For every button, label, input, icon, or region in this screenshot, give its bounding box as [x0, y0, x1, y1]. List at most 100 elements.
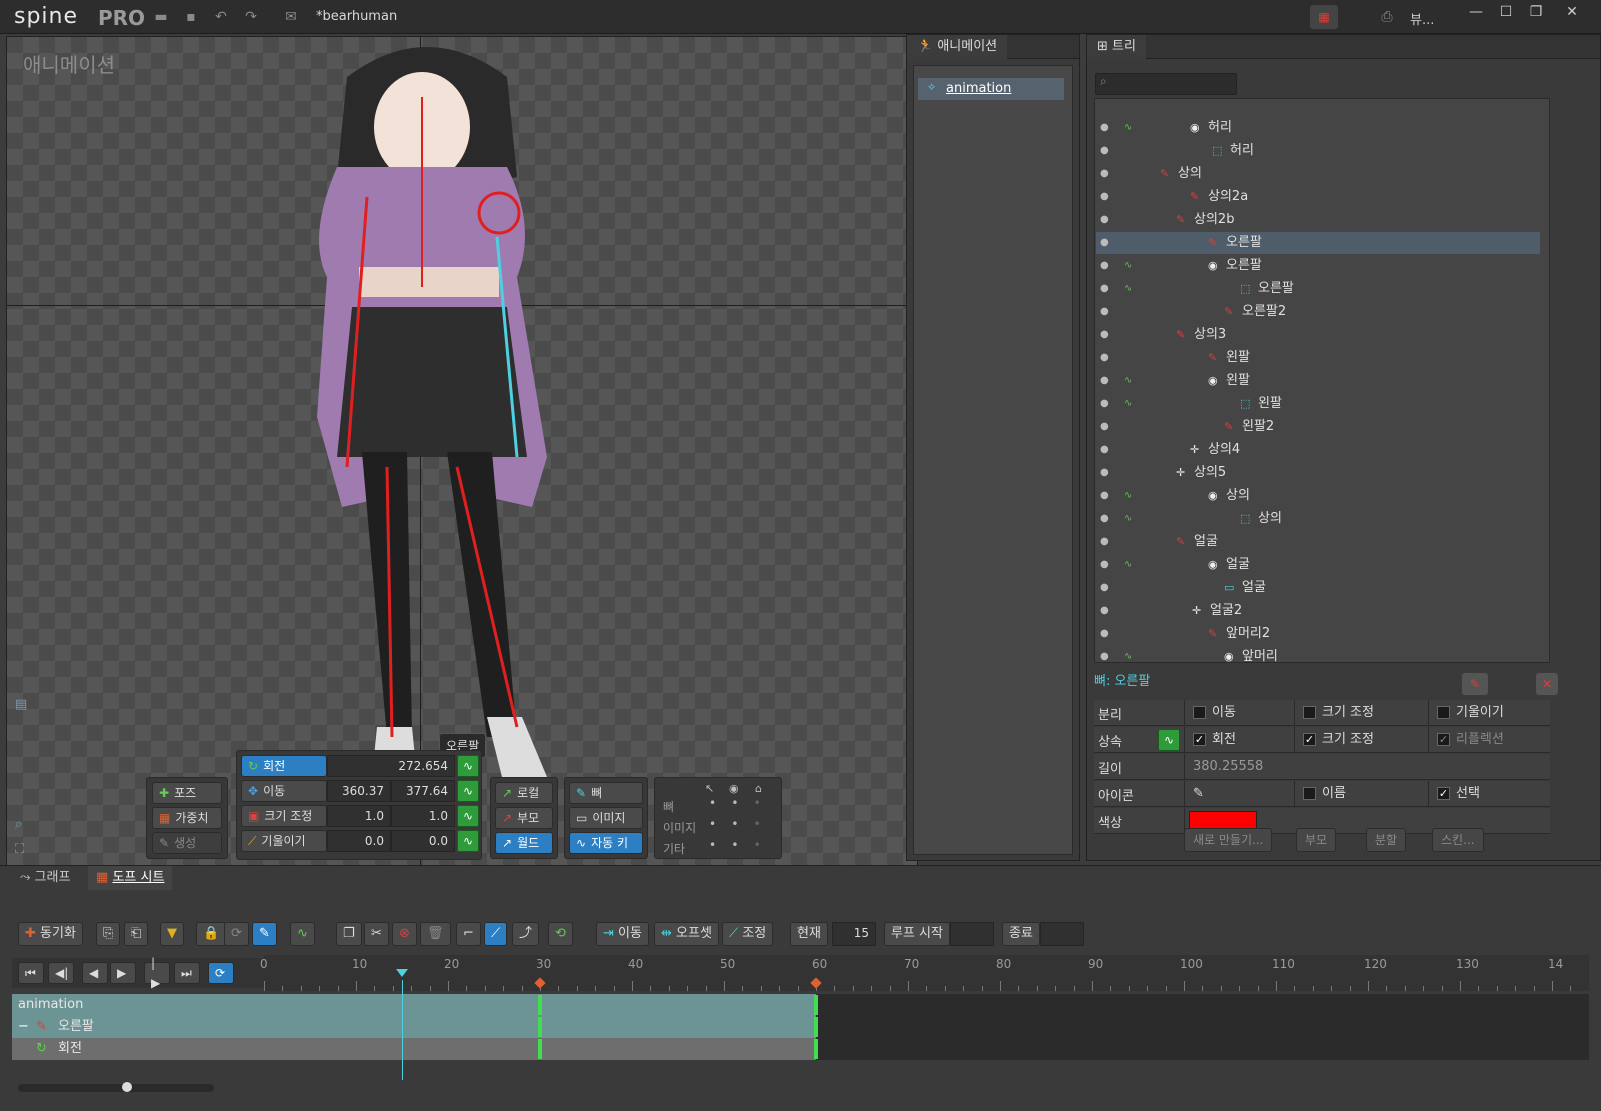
track-empty-range[interactable] — [816, 994, 1589, 1016]
tree-row[interactable]: ● ∿ ◉ 얼굴 — [1096, 554, 1540, 576]
translate-x[interactable]: 360.37 — [327, 780, 391, 802]
inherit-scale[interactable]: ✓ 크기 조정 — [1294, 727, 1428, 753]
visibility-dot-icon[interactable]: ● — [1100, 462, 1109, 484]
fit-icon[interactable]: ⛶ — [15, 842, 24, 857]
weights-button[interactable]: ▦ 가중치 — [152, 807, 222, 829]
split-button[interactable]: 분할 — [1366, 828, 1407, 852]
visibility-dot-icon[interactable]: ● — [1100, 278, 1109, 300]
curve-icon[interactable]: ∿ — [290, 922, 315, 946]
shear-tool[interactable]: ⟋ 기울이기 — [241, 830, 327, 852]
character-illustration[interactable] — [277, 37, 577, 817]
visibility-dot-icon[interactable]: ● — [1100, 140, 1109, 162]
visibility-dot-icon[interactable]: ● — [1100, 646, 1109, 668]
stepped-icon[interactable]: ⌐ — [456, 922, 481, 946]
playhead-marker[interactable] — [396, 969, 408, 977]
layout-icon[interactable]: ▦ — [1310, 5, 1338, 29]
redo-icon[interactable]: ↷ — [242, 8, 260, 26]
bone-type-icon[interactable]: ✎ — [1462, 673, 1488, 695]
visibility-dot-icon[interactable]: ● — [1100, 301, 1109, 323]
loop-start-input[interactable] — [950, 922, 994, 946]
adjust-button[interactable]: ⟋ 조정 — [722, 922, 774, 946]
tree-row[interactable]: ● ∿ ⬚ 오른팔 — [1096, 278, 1540, 300]
save-icon[interactable]: ▪ — [182, 8, 200, 26]
tree-row[interactable]: ● ✎ 왼팔2 — [1096, 416, 1540, 438]
scale-key-button[interactable]: ∿ — [457, 805, 479, 827]
filter-icon[interactable]: ▼ — [160, 922, 184, 946]
tree-row[interactable]: ● ⬚ 허리 — [1096, 140, 1540, 162]
copy-icon[interactable]: ⎘ — [96, 922, 121, 946]
tree-row[interactable]: ● ✎ 오른팔 — [1096, 232, 1540, 254]
paste-icon[interactable]: ⎗ — [124, 922, 149, 946]
skin-button[interactable]: 스킨... — [1432, 828, 1484, 852]
track-empty-range[interactable] — [816, 1016, 1589, 1038]
offset-button[interactable]: ⇹ 오프셋 — [654, 922, 719, 946]
keyframe[interactable] — [538, 1017, 542, 1037]
zoom-slider[interactable] — [18, 1082, 214, 1092]
length-value[interactable]: 380.25558 — [1184, 754, 1550, 780]
visibility-dot-icon[interactable]: ● — [1100, 577, 1109, 599]
collapse-icon[interactable]: − — [18, 1016, 29, 1038]
cut-icon[interactable]: ✂ — [364, 922, 389, 946]
maximize-button[interactable]: ☐ — [1490, 2, 1522, 22]
sync-curve-icon[interactable]: ⟲ — [548, 922, 573, 946]
zoom-icon[interactable]: ⌕ — [15, 817, 22, 832]
translate-key-button[interactable]: ∿ — [457, 780, 479, 802]
visibility-dot-icon[interactable]: ● — [1100, 416, 1109, 438]
show-select[interactable]: ✓ 선택 — [1428, 781, 1550, 807]
visibility-dot-icon[interactable]: ● — [1100, 508, 1109, 530]
tree-row[interactable]: ● ✛ 상의4 — [1096, 439, 1540, 461]
visibility-dot-icon[interactable]: ● — [1100, 255, 1109, 277]
tree-row[interactable]: ● ✎ 앞머리2 — [1096, 623, 1540, 645]
parent-axis-button[interactable]: ↗ 부모 — [495, 807, 553, 829]
first-frame-icon[interactable]: ⏮ — [18, 962, 44, 984]
minimize-button[interactable]: — — [1460, 2, 1492, 22]
keyframe[interactable] — [538, 1039, 542, 1059]
play-reverse-icon[interactable]: ◀ — [82, 962, 108, 984]
disjoint-shear[interactable]: 기울이기 — [1428, 700, 1550, 726]
keyframe[interactable] — [814, 1017, 818, 1037]
bezier-icon[interactable]: ⤴ — [512, 922, 540, 946]
prev-frame-icon[interactable]: ◀| — [48, 962, 74, 984]
visibility-dot-icon[interactable]: ● — [1100, 324, 1109, 346]
visibility-dot-icon[interactable]: ● — [1100, 370, 1109, 392]
tab-tree[interactable]: ⊞ 트리 — [1087, 35, 1146, 59]
visibility-dot-icon[interactable]: ● — [1100, 439, 1109, 461]
disjoint-scale[interactable]: 크기 조정 — [1294, 700, 1428, 726]
auto-key-button[interactable]: ∿ 자동 키 — [569, 832, 643, 854]
duplicate-icon[interactable]: ❐ — [336, 922, 362, 946]
tree-row[interactable]: ● ✎ 왼팔 — [1096, 347, 1540, 369]
parent-button[interactable]: 부모 — [1296, 828, 1337, 852]
tree-row[interactable]: ● ✛ 얼굴2 — [1096, 600, 1540, 622]
delete-icon[interactable]: ✕ — [1536, 673, 1558, 695]
zoom-slider-handle[interactable] — [122, 1082, 132, 1092]
envelope-icon[interactable]: ✉ — [282, 8, 300, 26]
trash-icon[interactable]: 🗑 — [420, 922, 451, 946]
pose-button[interactable]: ✚ 포즈 — [152, 782, 222, 804]
key-marker[interactable] — [810, 977, 822, 989]
lock-icon[interactable]: 🔒 — [196, 922, 227, 946]
local-axis-button[interactable]: ↗ 로컬 — [495, 782, 553, 804]
visibility-dot-icon[interactable]: ● — [1100, 554, 1109, 576]
visibility-dot-icon[interactable]: ● — [1100, 600, 1109, 622]
images-option-button[interactable]: ▭ 이미지 — [569, 807, 643, 829]
world-axis-button[interactable]: ↗ 월드 — [495, 832, 553, 854]
icon-picker[interactable]: ✎ — [1184, 781, 1296, 807]
tree-row[interactable]: ● ∿ ◉ 왼팔 — [1096, 370, 1540, 392]
current-frame-input[interactable]: 15 — [832, 922, 876, 946]
translate-y[interactable]: 377.64 — [391, 780, 455, 802]
loop-playback-icon[interactable]: ⟳ — [208, 962, 234, 984]
keyframe[interactable] — [538, 995, 542, 1015]
visibility-dot-icon[interactable]: ● — [1100, 163, 1109, 185]
view-menu[interactable]: 뷰... — [1410, 9, 1434, 28]
tree-row[interactable]: ● ∿ ⬚ 상의 — [1096, 508, 1540, 530]
shear-x[interactable]: 0.0 — [327, 830, 391, 852]
tab-graph[interactable]: ⤳ 그래프 — [12, 866, 78, 890]
tree-row[interactable]: ● ∿ ⬚ 왼팔 — [1096, 393, 1540, 415]
print-icon[interactable]: ⎙ — [1378, 8, 1396, 26]
tree-row[interactable]: ● ✎ 상의2a — [1096, 186, 1540, 208]
track-label-cell[interactable]: animation — [12, 994, 264, 1016]
tree-row[interactable]: ● ✎ 상의3 — [1096, 324, 1540, 346]
close-button[interactable]: ✕ — [1556, 2, 1588, 22]
keyframe[interactable] — [814, 995, 818, 1015]
tree-row[interactable]: ● ✎ 오른팔2 — [1096, 301, 1540, 323]
